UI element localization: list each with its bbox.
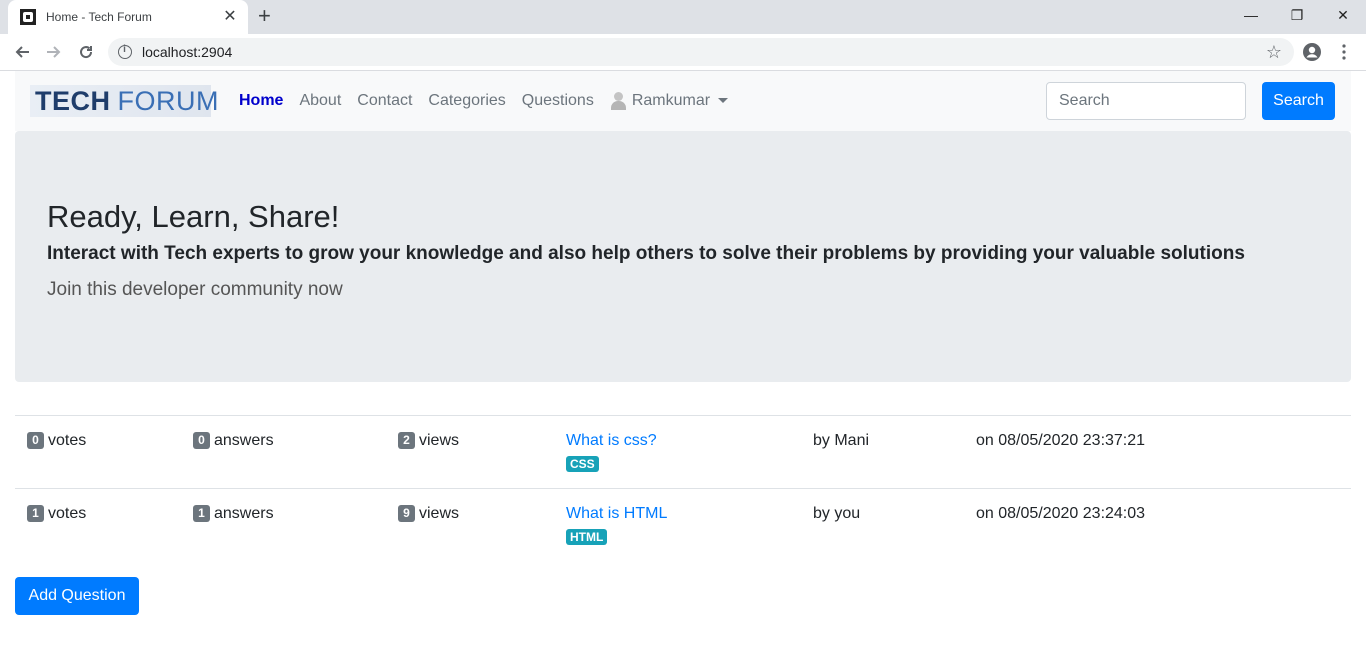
- kebab-menu-icon: [1342, 44, 1346, 60]
- favicon-icon: [20, 9, 36, 25]
- browser-menu-button[interactable]: [1332, 40, 1356, 64]
- brand-logo[interactable]: TECH FORUM: [30, 85, 218, 117]
- new-tab-button[interactable]: +: [258, 5, 271, 27]
- questions-table: 0 votes 0 answers 2 views What is css? CSS …: [15, 415, 1351, 561]
- answers-cell: 0 answers: [193, 432, 274, 450]
- views-badge: 2: [398, 432, 415, 449]
- forward-arrow-icon: [47, 46, 61, 58]
- search-button[interactable]: Search: [1262, 82, 1335, 120]
- profile-icon: [1303, 43, 1321, 61]
- back-button[interactable]: [10, 40, 34, 64]
- views-label: views: [419, 505, 460, 522]
- window-close-button[interactable]: ✕: [1320, 0, 1366, 30]
- page-scrollbar[interactable]: [1351, 71, 1366, 651]
- tag-badge[interactable]: CSS: [566, 456, 599, 472]
- votes-badge: 0: [27, 432, 44, 449]
- reload-icon: [80, 46, 93, 59]
- answers-label: answers: [214, 432, 274, 449]
- add-question-button[interactable]: Add Question: [15, 577, 139, 615]
- browser-toolbar: localhost:2904 ☆: [0, 34, 1366, 71]
- views-cell: 9 views: [398, 505, 459, 523]
- user-dropdown[interactable]: Ramkumar: [602, 91, 736, 110]
- answers-label: answers: [214, 505, 274, 522]
- votes-label: votes: [48, 505, 87, 522]
- views-label: views: [419, 432, 460, 449]
- table-row: 0 votes 0 answers 2 views What is css? CSS …: [15, 415, 1351, 488]
- profile-button[interactable]: [1300, 40, 1324, 64]
- answers-badge: 0: [193, 432, 210, 449]
- question-cell: What is HTML HTML: [566, 505, 667, 546]
- back-arrow-icon: [15, 46, 29, 58]
- tab-title: Home - Tech Forum: [46, 10, 152, 24]
- brand-light: FORUM: [117, 85, 219, 116]
- nav-about[interactable]: About: [291, 92, 349, 110]
- answers-cell: 1 answers: [193, 505, 274, 523]
- minimize-button[interactable]: —: [1228, 0, 1274, 30]
- votes-cell: 0 votes: [27, 432, 86, 450]
- tag-badge[interactable]: HTML: [566, 529, 608, 545]
- date-cell: on 08/05/2020 23:37:21: [976, 432, 1146, 449]
- author-cell: by Mani: [813, 432, 870, 449]
- tab-close-icon[interactable]: ✕: [222, 9, 238, 25]
- votes-label: votes: [48, 432, 87, 449]
- hero-subtitle: Interact with Tech experts to grow your …: [47, 243, 1245, 264]
- nav-categories[interactable]: Categories: [420, 92, 513, 110]
- hero-lead: Join this developer community now: [47, 279, 343, 300]
- hero-jumbotron: Ready, Learn, Share! Interact with Tech …: [15, 131, 1351, 382]
- views-badge: 9: [398, 505, 415, 522]
- hero-title: Ready, Learn, Share!: [47, 199, 340, 234]
- caret-down-icon: [718, 98, 729, 104]
- question-link[interactable]: What is css?: [566, 432, 657, 449]
- browser-tabstrip: Home - Tech Forum ✕ + — ❐ ✕: [0, 0, 1366, 34]
- user-avatar-icon: [610, 91, 626, 110]
- answers-badge: 1: [193, 505, 210, 522]
- nav-questions[interactable]: Questions: [514, 92, 602, 110]
- reload-button[interactable]: [74, 40, 98, 64]
- address-bar[interactable]: localhost:2904 ☆: [108, 38, 1294, 66]
- date-cell: on 08/05/2020 23:24:03: [976, 505, 1146, 522]
- nav-links: Home About Contact Categories Questions …: [231, 91, 736, 110]
- user-name: Ramkumar: [631, 92, 711, 110]
- brand-bold: TECH: [35, 85, 111, 116]
- bookmark-star-icon[interactable]: ☆: [1266, 42, 1282, 62]
- table-row: 1 votes 1 answers 9 views What is HTML HTML…: [15, 488, 1351, 561]
- author-cell: by you: [813, 505, 861, 522]
- search-input[interactable]: [1046, 82, 1246, 120]
- question-cell: What is css? CSS: [566, 432, 657, 473]
- nav-home[interactable]: Home: [231, 92, 291, 110]
- question-link[interactable]: What is HTML: [566, 505, 667, 522]
- forward-button[interactable]: [42, 40, 66, 64]
- votes-badge: 1: [27, 505, 44, 522]
- views-cell: 2 views: [398, 432, 459, 450]
- votes-cell: 1 votes: [27, 505, 86, 523]
- browser-tab[interactable]: Home - Tech Forum ✕: [8, 0, 248, 34]
- info-icon[interactable]: [118, 44, 132, 59]
- site-navbar: TECH FORUM Home About Contact Categories…: [15, 71, 1351, 131]
- nav-contact[interactable]: Contact: [349, 92, 420, 110]
- url-text: localhost:2904: [142, 44, 233, 60]
- restore-button[interactable]: ❐: [1274, 0, 1320, 30]
